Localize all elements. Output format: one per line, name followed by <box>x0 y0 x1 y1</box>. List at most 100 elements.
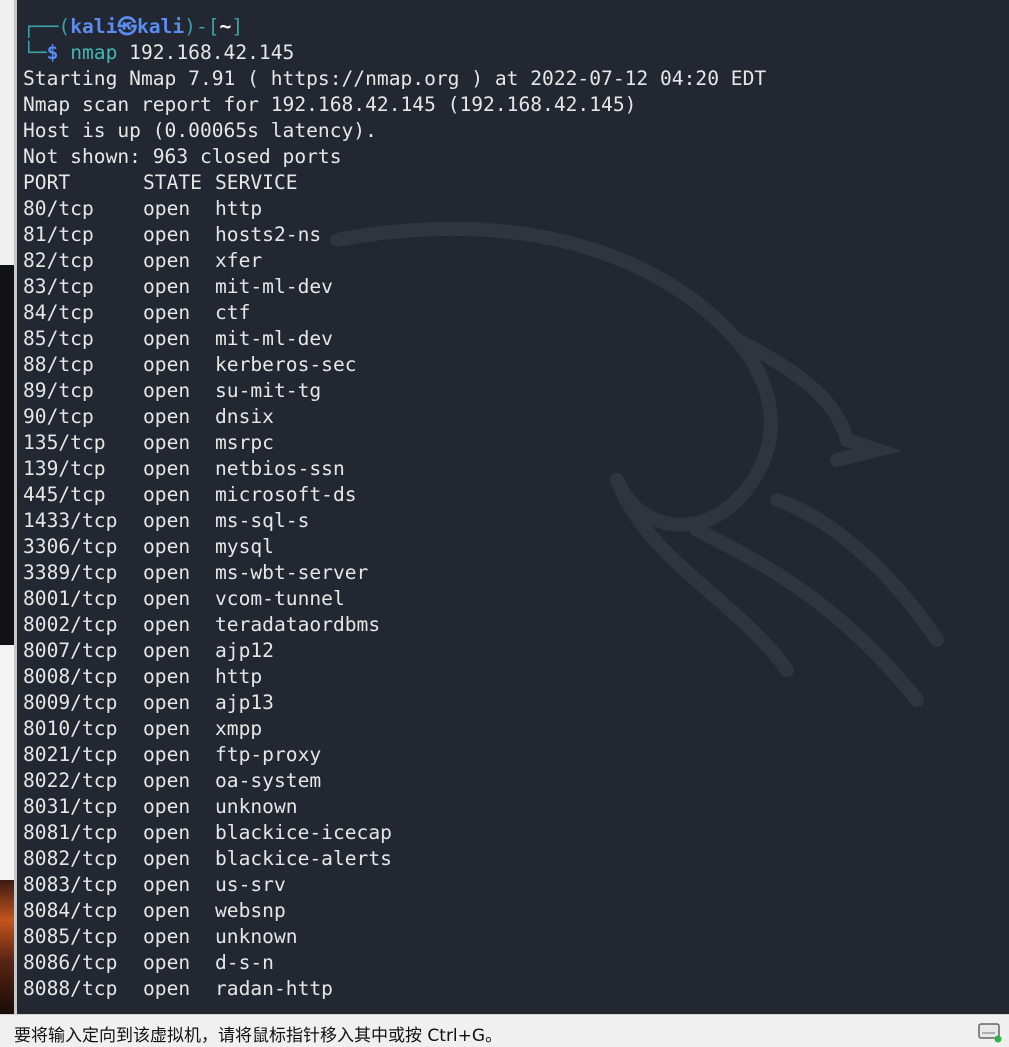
state-cell: open <box>143 431 191 454</box>
service-cell: unknown <box>215 795 298 818</box>
port-cell: 8084/tcp <box>23 899 118 922</box>
port-cell: 139/tcp <box>23 457 106 480</box>
statusbar-message: 要将输入定向到该虚拟机，请将鼠标指针移入其中或按 Ctrl+G。 <box>14 1026 503 1046</box>
port-cell: 8010/tcp <box>23 717 118 740</box>
service-cell: unknown <box>215 925 298 948</box>
service-cell: oa-system <box>215 769 322 792</box>
state-cell: open <box>143 483 191 506</box>
state-cell: STATE <box>143 171 202 194</box>
command-line: └─$ nmap 192.168.42.145 <box>23 40 294 66</box>
port-cell: 8081/tcp <box>23 821 118 844</box>
service-cell: d-s-n <box>215 951 274 974</box>
state-cell: open <box>143 665 191 688</box>
state-cell: open <box>143 197 191 220</box>
service-cell: ajp13 <box>215 691 274 714</box>
state-cell: open <box>143 613 191 636</box>
port-cell: 85/tcp <box>23 327 94 350</box>
prompt-user: kali <box>70 15 118 38</box>
state-cell: open <box>143 717 191 740</box>
service-cell: su-mit-tg <box>215 379 322 402</box>
vm-statusbar: 要将输入定向到该虚拟机，请将鼠标指针移入其中或按 Ctrl+G。 <box>0 1014 1009 1047</box>
state-cell: open <box>143 457 191 480</box>
port-cell: 8007/tcp <box>23 639 118 662</box>
host-desktop-strip <box>0 0 14 1014</box>
service-cell: us-srv <box>215 873 286 896</box>
state-cell: open <box>143 327 191 350</box>
port-cell: 8021/tcp <box>23 743 118 766</box>
prompt-host: kali <box>136 15 185 38</box>
prompt-bracket-close: ] <box>231 15 244 38</box>
port-cell: 88/tcp <box>23 353 94 376</box>
port-cell: 8002/tcp <box>23 613 118 636</box>
port-cell: 135/tcp <box>23 431 106 454</box>
service-cell: blackice-alerts <box>215 847 392 870</box>
state-cell: open <box>143 353 191 376</box>
service-cell: mysql <box>215 535 274 558</box>
port-cell: 8086/tcp <box>23 951 118 974</box>
service-cell: ctf <box>215 301 251 324</box>
state-cell: open <box>143 249 191 272</box>
service-cell: msrpc <box>215 431 274 454</box>
service-cell: ajp12 <box>215 639 274 662</box>
hard-drive-icon[interactable] <box>977 1021 1003 1043</box>
state-cell: open <box>143 405 191 428</box>
service-cell: ftp-proxy <box>215 743 322 766</box>
output-line: Host is up (0.00065s latency). <box>23 119 377 142</box>
service-cell: mit-ml-dev <box>215 275 333 298</box>
service-cell: SERVICE <box>215 171 298 194</box>
service-cell: netbios-ssn <box>215 457 345 480</box>
port-cell: 8085/tcp <box>23 925 118 948</box>
port-cell: 83/tcp <box>23 275 94 298</box>
host-wallpaper-fragment <box>0 880 14 1014</box>
state-cell: open <box>143 899 191 922</box>
port-cell: 80/tcp <box>23 197 94 220</box>
service-cell: dnsix <box>215 405 274 428</box>
port-cell: 8009/tcp <box>23 691 118 714</box>
port-cell: 1433/tcp <box>23 509 118 532</box>
output-line: Nmap scan report for 192.168.42.145 (192… <box>23 93 637 116</box>
port-cell: 8088/tcp <box>23 977 118 1000</box>
state-cell: open <box>143 743 191 766</box>
state-cell: open <box>143 769 191 792</box>
command-name: nmap <box>70 41 118 64</box>
port-cell: 84/tcp <box>23 301 94 324</box>
state-cell: open <box>143 379 191 402</box>
kali-dragon-watermark-icon <box>330 221 944 707</box>
state-cell: open <box>143 587 191 610</box>
prompt-directory: ~ <box>219 15 232 38</box>
host-window-fragment <box>0 645 14 880</box>
state-cell: open <box>143 639 191 662</box>
service-cell: ms-wbt-server <box>215 561 369 584</box>
terminal-window[interactable]: ┌──(kali㉿kali)-[~] └─$ nmap 192.168.42.1… <box>17 0 1009 1014</box>
port-cell: 8001/tcp <box>23 587 118 610</box>
state-cell: open <box>143 691 191 714</box>
prompt-corner: ┌──( <box>23 15 71 38</box>
state-cell: open <box>143 847 191 870</box>
service-cell: http <box>215 197 263 220</box>
service-cell: hosts2-ns <box>215 223 322 246</box>
service-cell: xfer <box>215 249 263 272</box>
port-cell: 8083/tcp <box>23 873 118 896</box>
service-cell: microsoft-ds <box>215 483 357 506</box>
prompt-corner-bottom: └─ <box>23 41 47 64</box>
port-cell: PORT <box>23 171 71 194</box>
service-cell: websnp <box>215 899 286 922</box>
service-cell: radan-http <box>215 977 333 1000</box>
host-window-fragment <box>0 265 14 645</box>
state-cell: open <box>143 873 191 896</box>
service-cell: vcom-tunnel <box>215 587 345 610</box>
state-cell: open <box>143 951 191 974</box>
service-cell: http <box>215 665 263 688</box>
port-cell: 3306/tcp <box>23 535 118 558</box>
service-cell: mit-ml-dev <box>215 327 333 350</box>
service-cell: teradataordbms <box>215 613 381 636</box>
port-cell: 445/tcp <box>23 483 106 506</box>
prompt-header: ┌──(kali㉿kali)-[~] <box>23 14 243 40</box>
output-line: Starting Nmap 7.91 ( https://nmap.org ) … <box>23 67 767 90</box>
state-cell: open <box>143 925 191 948</box>
command-argument: 192.168.42.145 <box>129 41 295 64</box>
state-cell: open <box>143 301 191 324</box>
host-window-fragment <box>0 0 14 265</box>
service-cell: kerberos-sec <box>215 353 357 376</box>
state-cell: open <box>143 795 191 818</box>
